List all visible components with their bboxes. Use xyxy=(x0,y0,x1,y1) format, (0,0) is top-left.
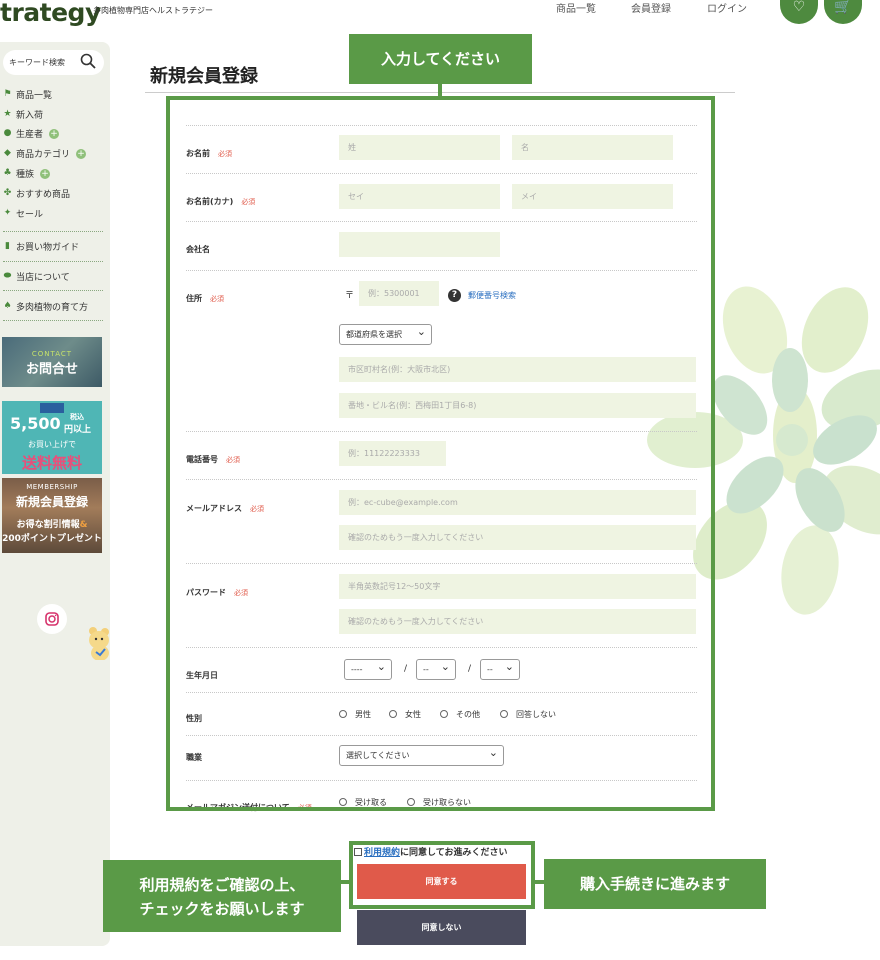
terms-link[interactable]: 利用規約 xyxy=(364,848,400,858)
nav-register-link[interactable]: 会員登録 xyxy=(631,0,671,15)
disagree-button[interactable]: 同意しない xyxy=(357,910,526,945)
shipping-line: お買い上げで xyxy=(28,440,76,449)
tax-included-label: 税込 xyxy=(70,413,84,421)
search-icon[interactable] xyxy=(80,53,96,69)
callout-check-line1: 利用規約をご確認の上、 xyxy=(139,876,305,894)
agree-button[interactable]: 同意する xyxy=(357,864,526,899)
membership-banner[interactable]: MEMBERSHIP 新規会員登録 お得な割引情報& 200ポイントプレゼント xyxy=(2,478,102,553)
sidebar-item-recommended[interactable]: ✤ おすすめ商品 xyxy=(3,187,70,201)
book-icon: ▮ xyxy=(5,241,10,251)
callout-proceed: 購入手続きに進みます xyxy=(544,859,766,909)
sidebar-divider xyxy=(3,320,103,321)
expand-plus-icon[interactable]: + xyxy=(40,168,51,179)
expand-plus-icon[interactable]: + xyxy=(49,128,60,139)
bear-mascot-icon xyxy=(89,627,109,660)
sidebar-item-sale[interactable]: ✦ セール xyxy=(3,207,43,221)
plant-icon: ♣ xyxy=(3,168,12,178)
nav-login-link[interactable]: ログイン xyxy=(707,0,747,15)
callout-check-line2: チェックをお願いします xyxy=(139,900,305,918)
farmer-icon: ● xyxy=(3,128,12,138)
nav-products-link[interactable]: 商品一覧 xyxy=(556,0,596,15)
callout-connector xyxy=(438,84,442,96)
form-highlight-frame xyxy=(166,96,715,811)
free-shipping-banner[interactable]: 税込 5,500 円以上 お買い上げで 送料無料 xyxy=(2,401,102,474)
callout-connector xyxy=(341,880,349,884)
pot-icon: ♠ xyxy=(3,301,12,311)
sidebar-divider xyxy=(3,231,103,232)
sidebar-item-new-arrivals[interactable]: ★ 新入荷 xyxy=(3,108,43,122)
membership-sub: MEMBERSHIP xyxy=(26,483,78,491)
terms-text: に同意してお進みください xyxy=(400,848,508,858)
search-placeholder: キーワード検索 xyxy=(9,58,65,67)
membership-line1: お得な割引情報& xyxy=(16,520,88,530)
leaf-icon: ⬬ xyxy=(3,271,12,281)
callout-connector xyxy=(535,880,544,884)
terms-checkbox[interactable] xyxy=(354,848,362,856)
clover-icon: ✤ xyxy=(3,188,12,198)
site-tagline: 多肉植物専門店ヘルストラテジー xyxy=(93,6,213,15)
sidebar-item-species[interactable]: ♣ 種族 + xyxy=(3,167,51,180)
contact-banner[interactable]: CONTACT お問合せ xyxy=(2,337,102,387)
callout-check-terms: 利用規約をご確認の上、 チェックをお願いします xyxy=(103,860,341,932)
expand-plus-icon[interactable]: + xyxy=(76,148,87,159)
flag-icon: ⚑ xyxy=(3,89,12,99)
sidebar-divider xyxy=(3,261,103,262)
sidebar-item-producers[interactable]: ● 生産者 + xyxy=(3,127,60,140)
membership-amp: & xyxy=(79,520,88,530)
instagram-icon xyxy=(45,612,59,626)
free-shipping-text: 送料無料 xyxy=(21,454,82,472)
shipping-unit: 円以上 xyxy=(64,425,92,435)
contact-banner-sub: CONTACT xyxy=(31,350,73,358)
sidebar-divider xyxy=(3,290,103,291)
site-logo[interactable]: trategy xyxy=(0,0,101,27)
sidebar-item-about[interactable]: ⬬ 当店について xyxy=(3,270,70,284)
contact-banner-title: お問合せ xyxy=(25,362,78,377)
membership-title: 新規会員登録 xyxy=(15,495,88,509)
page-title: 新規会員登録 xyxy=(150,66,258,87)
star-icon: ★ xyxy=(3,109,12,119)
sidebar-item-products[interactable]: ⚑ 商品一覧 xyxy=(3,88,52,102)
cart-icon: 🛒 xyxy=(834,0,852,15)
heart-icon: ♡ xyxy=(792,0,806,15)
sidebar-item-guide[interactable]: ▮ お買い物ガイド xyxy=(3,240,79,254)
sidebar-item-howto[interactable]: ♠ 多肉植物の育て方 xyxy=(3,300,88,314)
sidebar-item-categories[interactable]: ◆ 商品カテゴリ + xyxy=(3,147,87,160)
favorite-button[interactable]: ♡ xyxy=(780,0,818,24)
instagram-link[interactable] xyxy=(37,604,67,634)
terms-checkbox-row[interactable]: 利用規約に同意してお進みください xyxy=(354,845,507,858)
truck-icon xyxy=(40,403,64,413)
membership-line2: 200ポイントプレゼント xyxy=(2,534,102,544)
sparkle-icon: ✦ xyxy=(3,208,12,218)
cart-button[interactable]: 🛒 xyxy=(824,0,862,24)
callout-input: 入力してください xyxy=(349,34,532,84)
tag-icon: ◆ xyxy=(4,148,11,158)
shipping-amount: 5,500 xyxy=(10,414,61,433)
